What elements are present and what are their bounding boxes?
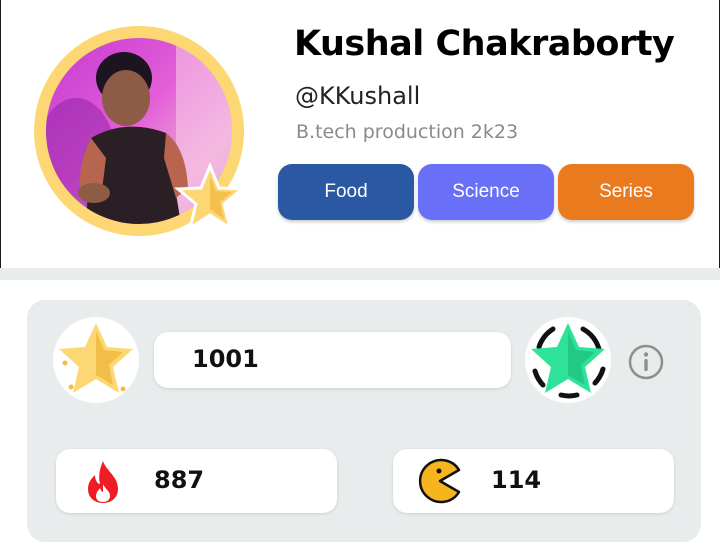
- profile-name: Kushal Chakraborty: [294, 24, 675, 64]
- profile-handle: @KKushall: [295, 82, 421, 110]
- games-value: 114: [491, 466, 542, 494]
- tag-food-button[interactable]: Food: [278, 164, 414, 220]
- green-star-icon: [531, 323, 606, 399]
- streak-card: 887: [56, 449, 337, 513]
- points-box: 1001: [154, 332, 511, 388]
- games-card: 114: [393, 449, 674, 513]
- points-value: 1001: [192, 345, 259, 373]
- star-icon: [174, 162, 246, 232]
- tag-science-button[interactable]: Science: [418, 164, 554, 220]
- info-icon[interactable]: [627, 343, 665, 381]
- next-level-badge: [525, 317, 611, 403]
- profile-bio: B.tech production 2k23: [296, 121, 519, 143]
- header-divider: [0, 268, 720, 280]
- tag-series-button[interactable]: Series: [558, 164, 694, 220]
- streak-value: 887: [154, 466, 205, 494]
- pacman-icon: [418, 458, 461, 504]
- flame-icon: [88, 461, 118, 503]
- gold-star-badge: [53, 317, 139, 403]
- gold-star-icon: [59, 323, 133, 393]
